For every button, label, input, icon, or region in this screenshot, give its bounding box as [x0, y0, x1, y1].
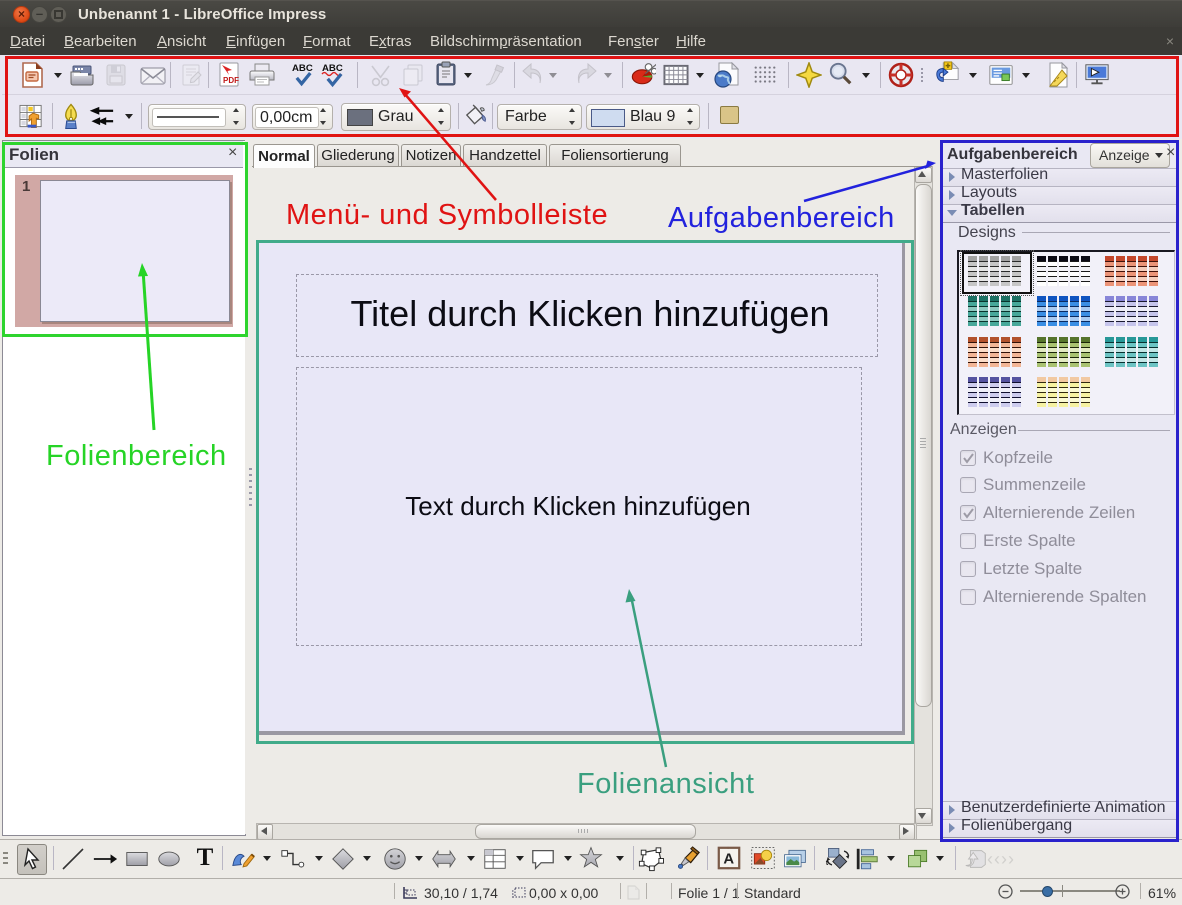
- svg-text:PDF: PDF: [223, 76, 239, 85]
- svg-text:ABC: ABC: [292, 63, 313, 74]
- svg-text:A: A: [723, 852, 734, 868]
